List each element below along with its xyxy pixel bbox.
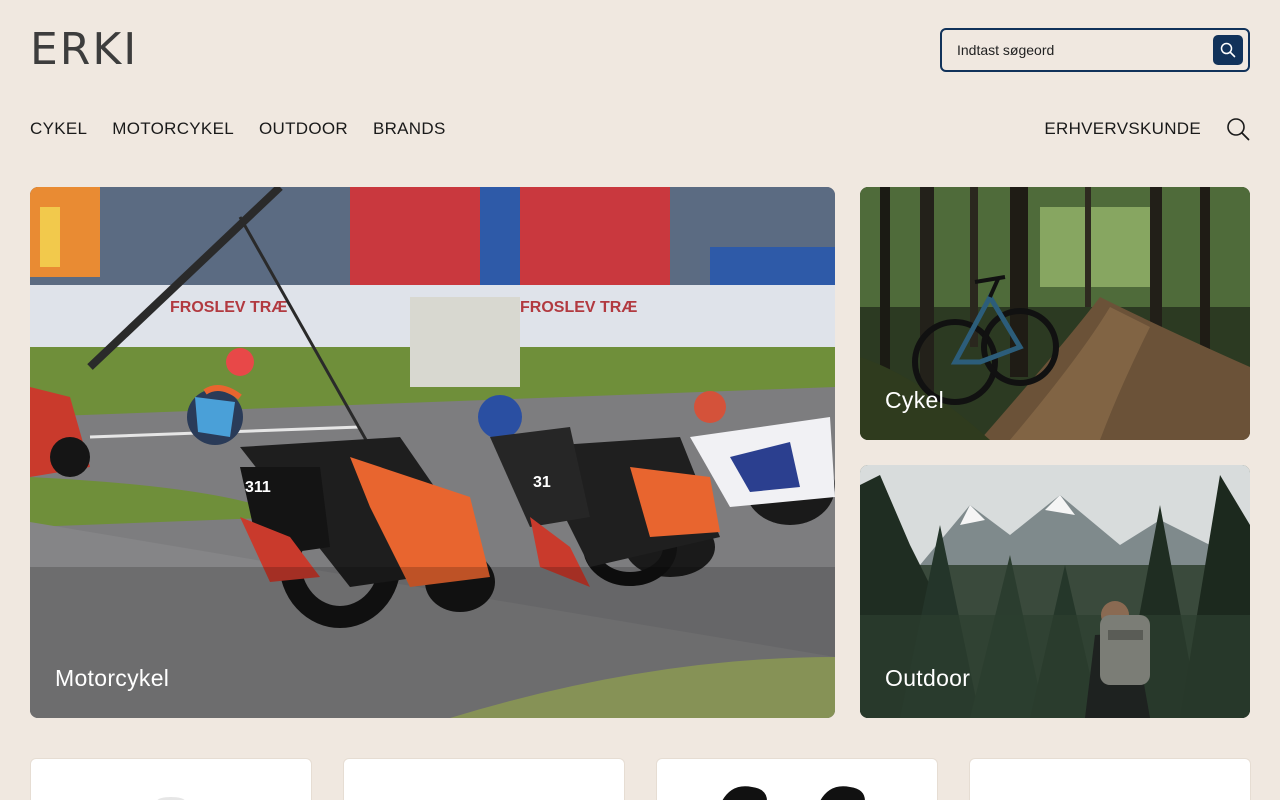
svg-text:31: 31 [533,474,551,491]
nav-item-motorcykel[interactable]: MOTORCYKEL [112,119,234,139]
business-customer-link[interactable]: ERHVERVSKUNDE [1044,119,1201,139]
tile-label-outdoor: Outdoor [885,665,971,691]
svg-text:FROSLEV TRÆ: FROSLEV TRÆ [520,299,637,316]
search-input[interactable] [942,30,1213,70]
magnifier-icon[interactable] [1226,117,1250,141]
nav-right: ERHVERVSKUNDE [1044,117,1250,141]
logo[interactable]: ERKI [30,24,162,75]
nav-item-outdoor[interactable]: OUTDOOR [259,119,348,139]
product-image [157,797,185,800]
main-nav: CYKEL MOTORCYKEL OUTDOOR BRANDS ERHVERVS… [30,116,1250,142]
svg-text:FROSLEV TRÆ: FROSLEV TRÆ [170,299,287,316]
nav-item-brands[interactable]: BRANDS [373,119,446,139]
svg-text:311: 311 [245,479,271,496]
category-tile-cykel[interactable]: Cykel [860,187,1250,440]
product-image [722,786,865,800]
nav-item-cykel[interactable]: CYKEL [30,119,87,139]
search-icon [1220,42,1236,58]
category-tile-outdoor[interactable]: Outdoor [860,465,1250,718]
tile-label-cykel: Cykel [885,387,945,413]
product-card[interactable] [30,758,312,800]
product-card[interactable] [969,758,1251,800]
product-card[interactable] [656,758,938,800]
tile-label-motorcykel: Motorcykel [55,665,170,691]
logo-text: ERKI [30,24,139,75]
search-bar [940,28,1250,72]
motorcycle-race-image: FROSLEV TRÆ FROSLEV TRÆ 311 31 [30,187,835,718]
search-button[interactable] [1213,35,1243,65]
product-card[interactable] [343,758,625,800]
category-tile-motorcykel[interactable]: FROSLEV TRÆ FROSLEV TRÆ 311 31 Motorcyke… [30,187,835,718]
